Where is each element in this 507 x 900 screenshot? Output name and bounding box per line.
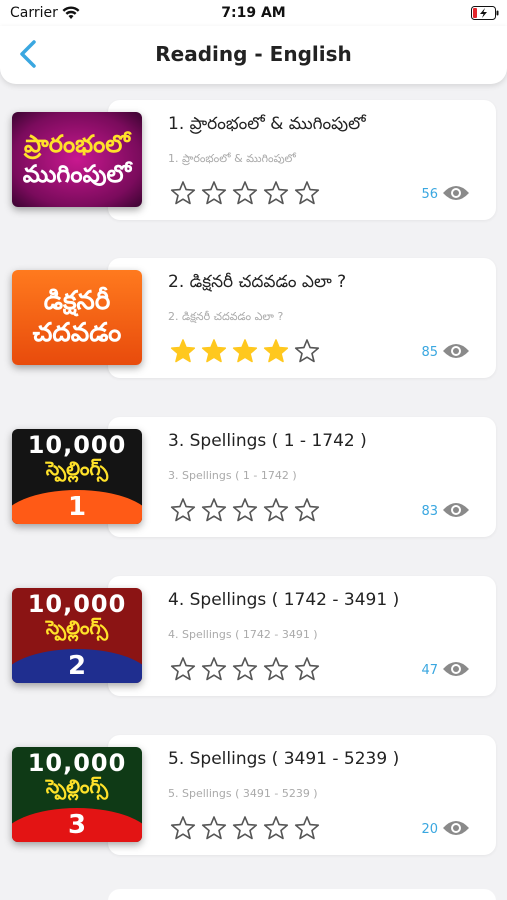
star-empty-icon[interactable]: [201, 656, 227, 682]
star-empty-icon[interactable]: [232, 815, 258, 841]
lesson-thumbnail[interactable]: 10,000 స్పెల్లింగ్స్ 1: [12, 429, 142, 524]
star-empty-icon[interactable]: [201, 180, 227, 206]
star-empty-icon[interactable]: [170, 815, 196, 841]
star-empty-icon[interactable]: [294, 497, 320, 523]
star-empty-icon[interactable]: [170, 497, 196, 523]
lesson-title: 5. Spellings ( 3491 - 5239 ): [168, 749, 400, 769]
lesson-thumbnail[interactable]: ప్రారంభంలో ముగింపులో: [12, 112, 142, 207]
lesson-title: 1. ప్రారంభంలో & ముగింపులో: [168, 114, 366, 134]
thumbnail-line2: స్పెల్లింగ్స్: [45, 776, 109, 799]
thumbnail-number: 2: [12, 649, 142, 683]
eye-icon: [443, 821, 469, 835]
lesson-subtitle: 2. డిక్షనరీ చదవడం ఎలా ?: [168, 310, 284, 323]
thumbnail-line1: ప్రారంభంలో: [23, 130, 130, 159]
status-time: 7:19 AM: [221, 5, 286, 21]
star-empty-icon[interactable]: [201, 497, 227, 523]
lesson-item[interactable]: 10,000 స్పెల్లింగ్స్ 3 5. Spellings ( 34…: [0, 719, 507, 855]
next-lesson-card-partial[interactable]: [108, 889, 496, 900]
lesson-subtitle: 4. Spellings ( 1742 - 3491 ): [168, 628, 318, 641]
star-empty-icon[interactable]: [263, 497, 289, 523]
lesson-thumbnail[interactable]: 10,000 స్పెల్లింగ్స్ 3: [12, 747, 142, 842]
star-empty-icon[interactable]: [294, 656, 320, 682]
view-count: 56: [421, 187, 438, 202]
nav-header: Reading - English: [0, 26, 507, 84]
lesson-title: 2. డిక్షనరీ చదవడం ఎలా ?: [168, 272, 347, 292]
view-count: 47: [421, 663, 438, 678]
view-count: 85: [421, 345, 438, 360]
lesson-title: 4. Spellings ( 1742 - 3491 ): [168, 590, 400, 610]
lesson-item[interactable]: డిక్షనరీ చదవడం 2. డిక్షనరీ చదవడం ఎలా ? 2…: [0, 242, 507, 378]
star-empty-icon[interactable]: [170, 656, 196, 682]
lesson-thumbnail[interactable]: 10,000 స్పెల్లింగ్స్ 2: [12, 588, 142, 683]
thumbnail-line1: 10,000: [27, 590, 127, 618]
star-rating[interactable]: [170, 180, 325, 206]
lesson-subtitle: 5. Spellings ( 3491 - 5239 ): [168, 787, 318, 800]
star-rating[interactable]: [170, 338, 325, 364]
thumbnail-number: 3: [12, 808, 142, 842]
star-empty-icon[interactable]: [170, 180, 196, 206]
battery-charging-icon: [471, 6, 499, 20]
thumbnail-line2: స్పెల్లింగ్స్: [45, 458, 109, 481]
status-bar: Carrier 7:19 AM: [0, 0, 507, 26]
lesson-thumbnail[interactable]: డిక్షనరీ చదవడం: [12, 270, 142, 365]
star-empty-icon[interactable]: [232, 497, 258, 523]
star-filled-icon[interactable]: [201, 338, 227, 364]
star-empty-icon[interactable]: [232, 656, 258, 682]
star-filled-icon[interactable]: [170, 338, 196, 364]
thumbnail-line2: చదవడం: [32, 317, 122, 348]
star-rating[interactable]: [170, 815, 325, 841]
view-count: 83: [421, 504, 438, 519]
star-filled-icon[interactable]: [232, 338, 258, 364]
thumbnail-number: 1: [12, 490, 142, 524]
eye-icon: [443, 186, 469, 200]
star-filled-icon[interactable]: [263, 338, 289, 364]
star-empty-icon[interactable]: [263, 815, 289, 841]
eye-icon: [443, 662, 469, 676]
thumbnail-line1: 10,000: [27, 431, 127, 459]
lesson-subtitle: 3. Spellings ( 1 - 1742 ): [168, 469, 297, 482]
lesson-subtitle: 1. ప్రారంభంలో & ముగింపులో: [168, 152, 296, 165]
lesson-item[interactable]: 10,000 స్పెల్లింగ్స్ 2 4. Spellings ( 17…: [0, 560, 507, 696]
lesson-item[interactable]: 10,000 స్పెల్లింగ్స్ 1 3. Spellings ( 1 …: [0, 401, 507, 537]
page-title: Reading - English: [155, 42, 352, 66]
star-empty-icon[interactable]: [201, 815, 227, 841]
eye-icon: [443, 344, 469, 358]
star-empty-icon[interactable]: [294, 180, 320, 206]
star-empty-icon[interactable]: [294, 815, 320, 841]
lesson-list: ప్రారంభంలో ముగింపులో 1. ప్రారంభంలో & ముగ…: [0, 84, 507, 900]
star-empty-icon[interactable]: [232, 180, 258, 206]
lesson-title: 3. Spellings ( 1 - 1742 ): [168, 431, 367, 451]
lesson-item[interactable]: ప్రారంభంలో ముగింపులో 1. ప్రారంభంలో & ముగ…: [0, 84, 507, 220]
thumbnail-line2: ముగింపులో: [22, 159, 132, 188]
star-rating[interactable]: [170, 497, 325, 523]
thumbnail-line2: స్పెల్లింగ్స్: [45, 617, 109, 640]
eye-icon: [443, 503, 469, 517]
star-rating[interactable]: [170, 656, 325, 682]
thumbnail-line1: 10,000: [27, 749, 127, 777]
thumbnail-line1: డిక్షనరీ: [43, 286, 111, 317]
view-count: 20: [421, 822, 438, 837]
star-empty-icon[interactable]: [294, 338, 320, 364]
star-empty-icon[interactable]: [263, 656, 289, 682]
star-empty-icon[interactable]: [263, 180, 289, 206]
